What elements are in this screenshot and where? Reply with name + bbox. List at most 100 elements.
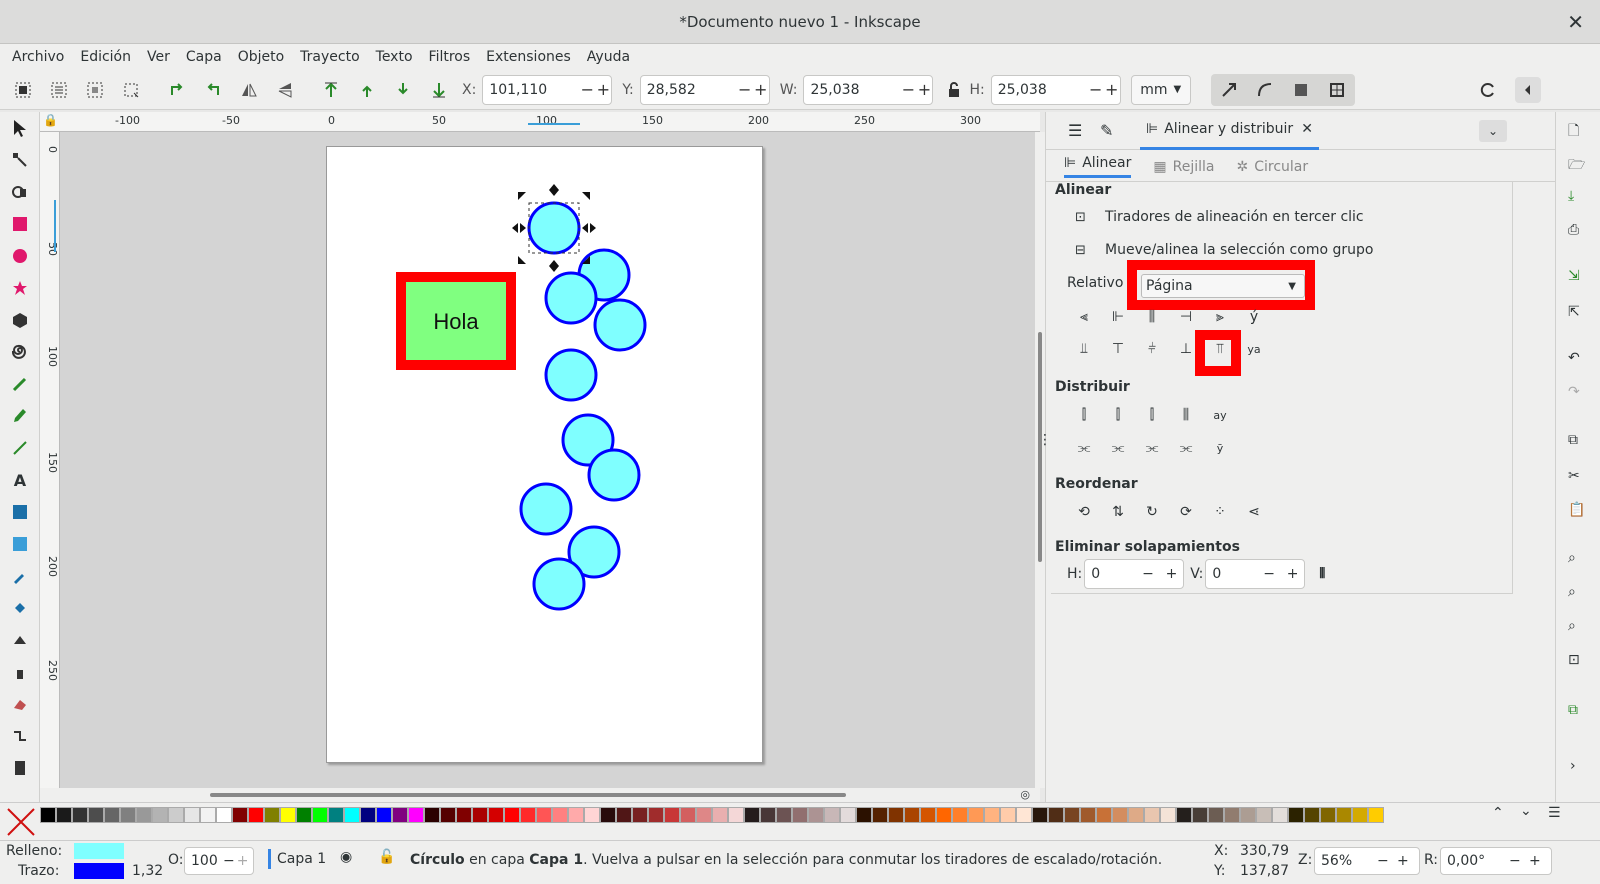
color-swatch[interactable]	[1160, 807, 1176, 823]
color-swatch[interactable]	[1272, 807, 1288, 823]
subtab-rejilla[interactable]: ▦ Rejilla	[1153, 159, 1214, 175]
new-document-icon[interactable]: 🗋	[1568, 120, 1579, 144]
menu-objeto[interactable]: Objeto	[238, 49, 284, 65]
color-swatch[interactable]	[1176, 807, 1192, 823]
overlap-v-spinbox[interactable]: 0− +	[1205, 559, 1306, 589]
color-swatch[interactable]	[1144, 807, 1160, 823]
menu-ver[interactable]: Ver	[147, 49, 170, 65]
zoom-value[interactable]: 56%	[1315, 853, 1377, 869]
touch-select-icon[interactable]	[118, 77, 144, 103]
duplicate-icon[interactable]: ⧉	[1568, 702, 1578, 718]
color-swatch[interactable]	[488, 807, 504, 823]
color-swatch[interactable]	[120, 807, 136, 823]
minus-icon[interactable]: −	[1136, 566, 1159, 582]
align-left-to-right-icon[interactable]: ⫸	[1203, 302, 1237, 332]
color-swatch[interactable]	[216, 807, 232, 823]
stroke-swatch[interactable]	[74, 863, 124, 879]
distribute-baseline-h-icon[interactable]: ay	[1203, 400, 1237, 430]
rotate-cw-icon[interactable]	[200, 77, 226, 103]
color-swatch[interactable]	[904, 807, 920, 823]
color-swatch[interactable]	[1016, 807, 1032, 823]
color-swatch[interactable]	[632, 807, 648, 823]
minus-icon[interactable]: −	[1257, 566, 1280, 582]
color-swatch[interactable]	[984, 807, 1000, 823]
color-swatch[interactable]	[296, 807, 312, 823]
color-swatch[interactable]	[1256, 807, 1272, 823]
align-baseline-icon[interactable]: ý	[1237, 302, 1271, 332]
color-swatch[interactable]	[1352, 807, 1368, 823]
import-icon[interactable]: ⇲	[1568, 268, 1580, 284]
node-tool-icon[interactable]	[0, 144, 40, 176]
text-tool-icon[interactable]: A	[0, 464, 40, 496]
spray-tool-icon[interactable]	[0, 656, 40, 688]
circle[interactable]	[587, 448, 641, 502]
deselect-icon[interactable]	[82, 77, 108, 103]
color-swatch[interactable]	[360, 807, 376, 823]
paint-bucket-tool-icon[interactable]	[0, 592, 40, 624]
drawing-canvas[interactable]: Hola	[60, 132, 1035, 788]
color-swatch[interactable]	[248, 807, 264, 823]
color-swatch[interactable]	[1112, 807, 1128, 823]
menu-archivo[interactable]: Archivo	[12, 49, 64, 65]
subtab-alinear[interactable]: ⊫ Alinear	[1064, 155, 1132, 178]
option-third-click[interactable]: ⊡ Tiradores de alineación en tercer clic	[1075, 209, 1364, 225]
color-swatch[interactable]	[1080, 807, 1096, 823]
paste-icon[interactable]: 📋	[1568, 502, 1585, 518]
pencil-tool-icon[interactable]	[0, 368, 40, 400]
w-spinbox[interactable]: −+	[803, 74, 934, 105]
rectangle-tool-icon[interactable]	[0, 208, 40, 240]
palette-scroll-up-icon[interactable]: ⌃	[1492, 805, 1504, 821]
plus-icon[interactable]: +	[916, 80, 932, 99]
circle[interactable]	[593, 298, 647, 352]
scrollbar-thumb[interactable]	[210, 793, 846, 797]
subtab-circular[interactable]: ✲ Circular	[1236, 159, 1308, 175]
menu-capa[interactable]: Capa	[186, 49, 222, 65]
plus-icon[interactable]: +	[753, 80, 769, 99]
layer-visibility-icon[interactable]: ◉	[340, 849, 352, 865]
tab-alinear-distribuir[interactable]: ⊫ Alinear y distribuir ✕	[1140, 112, 1319, 150]
center-horizontal-axis-icon[interactable]: ⫩	[1135, 334, 1169, 364]
print-icon[interactable]: ⎙	[1568, 222, 1579, 238]
snap-icon[interactable]	[1475, 77, 1501, 103]
color-swatch[interactable]	[680, 807, 696, 823]
plus-icon[interactable]: +	[1281, 566, 1304, 582]
color-swatch[interactable]	[392, 807, 408, 823]
color-swatch[interactable]	[1208, 807, 1224, 823]
menu-ayuda[interactable]: Ayuda	[587, 49, 630, 65]
h-spinbox[interactable]: −+	[990, 74, 1121, 105]
scale-stroke-icon[interactable]	[1211, 74, 1247, 106]
color-swatch[interactable]	[1096, 807, 1112, 823]
panel-menu-chevron-icon[interactable]: ⌄	[1479, 120, 1507, 142]
color-swatch[interactable]	[40, 807, 56, 823]
align-left-icon[interactable]: ⊩	[1101, 302, 1135, 332]
distribute-right-icon[interactable]: ⫿	[1135, 400, 1169, 430]
ruler-lock-icon[interactable]: 🔒	[43, 113, 58, 127]
color-swatch[interactable]	[328, 807, 344, 823]
circle[interactable]	[544, 271, 598, 325]
color-swatch[interactable]	[952, 807, 968, 823]
plus-icon[interactable]: +	[1104, 80, 1120, 99]
overlap-h-value[interactable]: 0	[1085, 566, 1136, 582]
color-swatch[interactable]	[840, 807, 856, 823]
rotate-ccw-icon[interactable]	[164, 77, 190, 103]
x-spinbox[interactable]: −+	[482, 74, 613, 105]
menu-filtros[interactable]: Filtros	[429, 49, 471, 65]
eraser-tool-icon[interactable]	[0, 688, 40, 720]
layer-lock-icon[interactable]: 🔓	[378, 849, 395, 865]
select-all-icon[interactable]	[10, 77, 36, 103]
color-swatch[interactable]	[1304, 807, 1320, 823]
shape-builder-icon[interactable]	[0, 176, 40, 208]
color-swatch[interactable]	[712, 807, 728, 823]
fill-swatch[interactable]	[74, 843, 124, 859]
close-tab-icon[interactable]: ✕	[1301, 121, 1313, 137]
palette-menu-icon[interactable]: ☰	[1548, 805, 1561, 821]
vertical-scrollbar[interactable]	[1035, 132, 1045, 788]
open-icon[interactable]: 🗁	[1568, 154, 1585, 178]
zoom-selection-icon[interactable]: ⌕	[1568, 550, 1576, 566]
dropper-tool-icon[interactable]	[0, 560, 40, 592]
align-right-icon[interactable]: ⊣	[1169, 302, 1203, 332]
gradient-tool-icon[interactable]	[0, 496, 40, 528]
menu-trayecto[interactable]: Trayecto	[300, 49, 359, 65]
unclump-icon[interactable]: ⋖	[1237, 497, 1271, 527]
plus-icon[interactable]: +	[1397, 853, 1409, 869]
